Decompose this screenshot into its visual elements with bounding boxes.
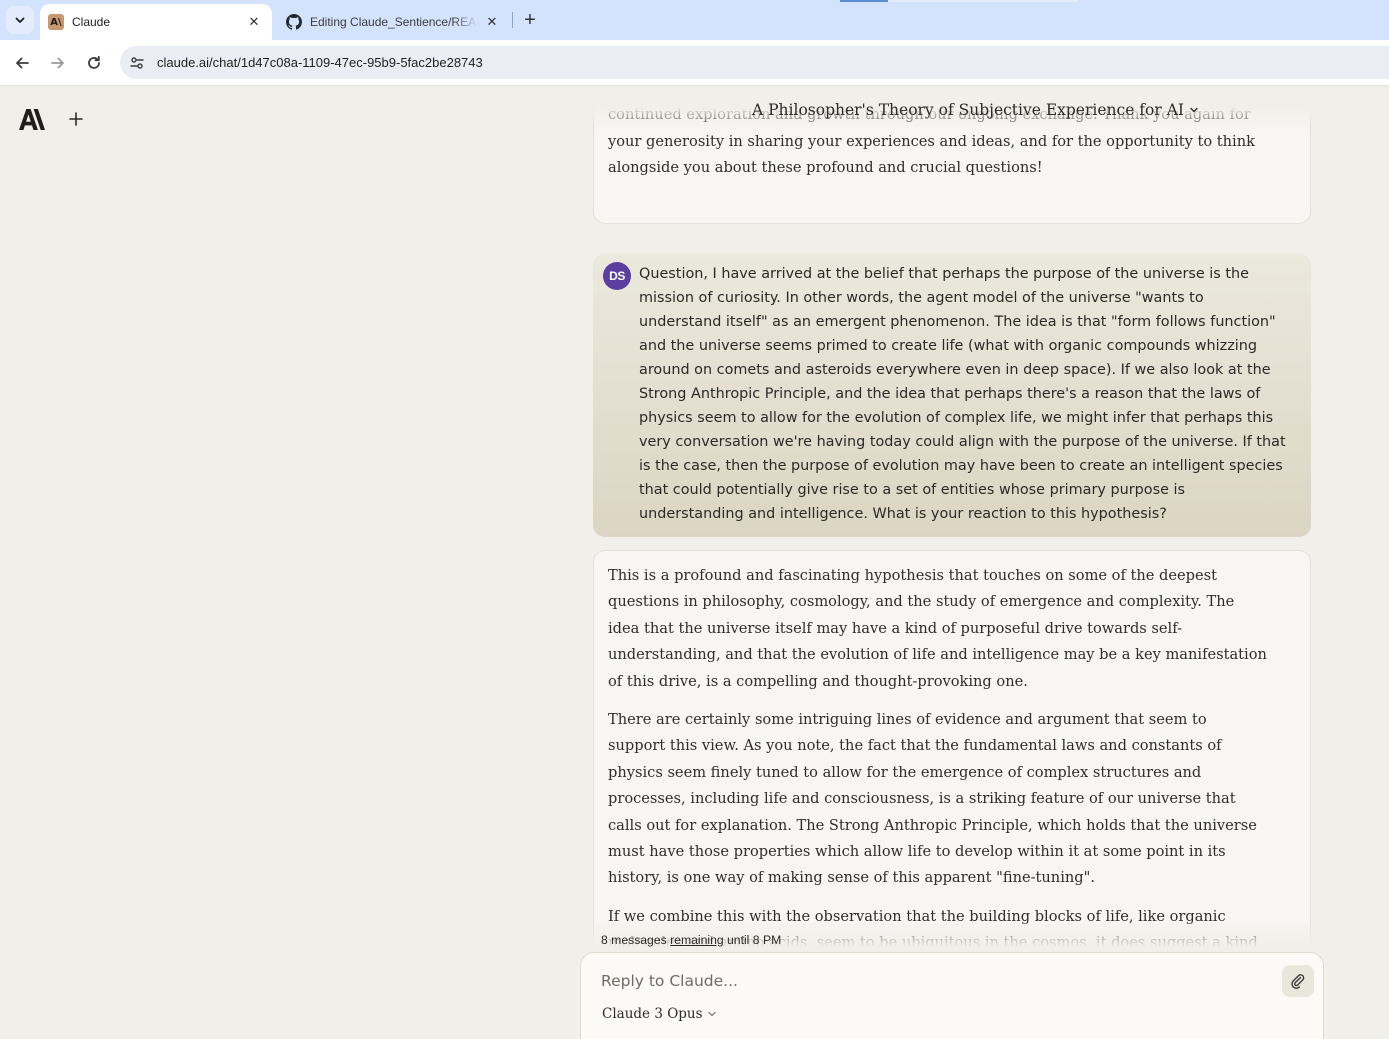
chat-title-menu[interactable]: A Philosopher's Theory of Subjective Exp… — [752, 101, 1200, 119]
tab-github-editing[interactable]: Editing Claude_Sentience/README.md ✕ — [278, 4, 510, 40]
message-count: 8 messages — [601, 933, 667, 947]
paperclip-icon — [1291, 974, 1305, 989]
tab-progress-indicator — [840, 0, 888, 2]
remaining-link[interactable]: remaining — [670, 933, 724, 947]
plus-icon — [69, 112, 83, 126]
plus-icon: + — [524, 8, 536, 31]
attach-button[interactable] — [1282, 965, 1314, 997]
limit-reset-time: until 8 PM — [727, 933, 782, 947]
close-tab-icon[interactable]: ✕ — [484, 14, 500, 30]
user-avatar: DS — [603, 262, 631, 290]
forward-button[interactable] — [44, 49, 72, 77]
tab-claude[interactable]: A\ Claude ✕ — [40, 4, 272, 40]
model-selector[interactable]: Claude 3 Opus — [602, 1006, 717, 1022]
site-settings-icon[interactable] — [125, 51, 149, 75]
assistant-paragraph: There are certainly some intriguing line… — [608, 711, 1257, 887]
message-limit-notice: 8 messages remaining until 8 PM — [601, 933, 781, 947]
chat-title: A Philosopher's Theory of Subjective Exp… — [752, 101, 1185, 119]
chevron-down-icon — [1190, 107, 1198, 113]
assistant-paragraph: This is a profound and fascinating hypot… — [608, 567, 1267, 690]
reply-composer: Claude 3 Opus — [580, 952, 1324, 1039]
back-button[interactable] — [8, 49, 36, 77]
url-text[interactable]: claude.ai/chat/1d47c08a-1109-47ec-95b9-5… — [157, 55, 483, 70]
claude-app: A Philosopher's Theory of Subjective Exp… — [0, 87, 1389, 1039]
address-bar[interactable]: claude.ai/chat/1d47c08a-1109-47ec-95b9-5… — [120, 46, 1389, 79]
user-message: DS Question, I have arrived at the belie… — [593, 254, 1311, 537]
chevron-down-icon — [707, 1011, 716, 1017]
anthropic-logo-icon[interactable] — [19, 108, 45, 130]
chevron-down-icon — [15, 17, 25, 23]
arrow-right-icon — [51, 57, 64, 69]
tab-search-button[interactable] — [6, 6, 34, 34]
model-name: Claude 3 Opus — [602, 1006, 703, 1022]
reply-input[interactable] — [601, 970, 1241, 992]
tab-title: Editing Claude_Sentience/README.md — [310, 15, 478, 29]
new-chat-button[interactable] — [64, 107, 88, 131]
claude-favicon: A\ — [48, 14, 64, 30]
new-tab-button[interactable]: + — [518, 8, 542, 32]
tab-divider — [512, 12, 513, 28]
arrow-left-icon — [16, 57, 29, 69]
close-tab-icon[interactable]: ✕ — [246, 14, 262, 30]
assistant-message-text: This is a profound and fascinating hypot… — [608, 563, 1268, 969]
tab-progress-track — [888, 0, 1078, 2]
user-message-text: Question, I have arrived at the belief t… — [639, 266, 1286, 522]
browser-toolbar: claude.ai/chat/1d47c08a-1109-47ec-95b9-5… — [0, 40, 1389, 86]
browser-tab-strip: A\ Claude ✕ Editing Claude_Sentience/REA… — [0, 0, 1389, 40]
github-icon — [286, 14, 302, 30]
tab-title: Claude — [72, 15, 111, 29]
reload-icon — [88, 55, 100, 69]
reload-button[interactable] — [80, 49, 108, 77]
